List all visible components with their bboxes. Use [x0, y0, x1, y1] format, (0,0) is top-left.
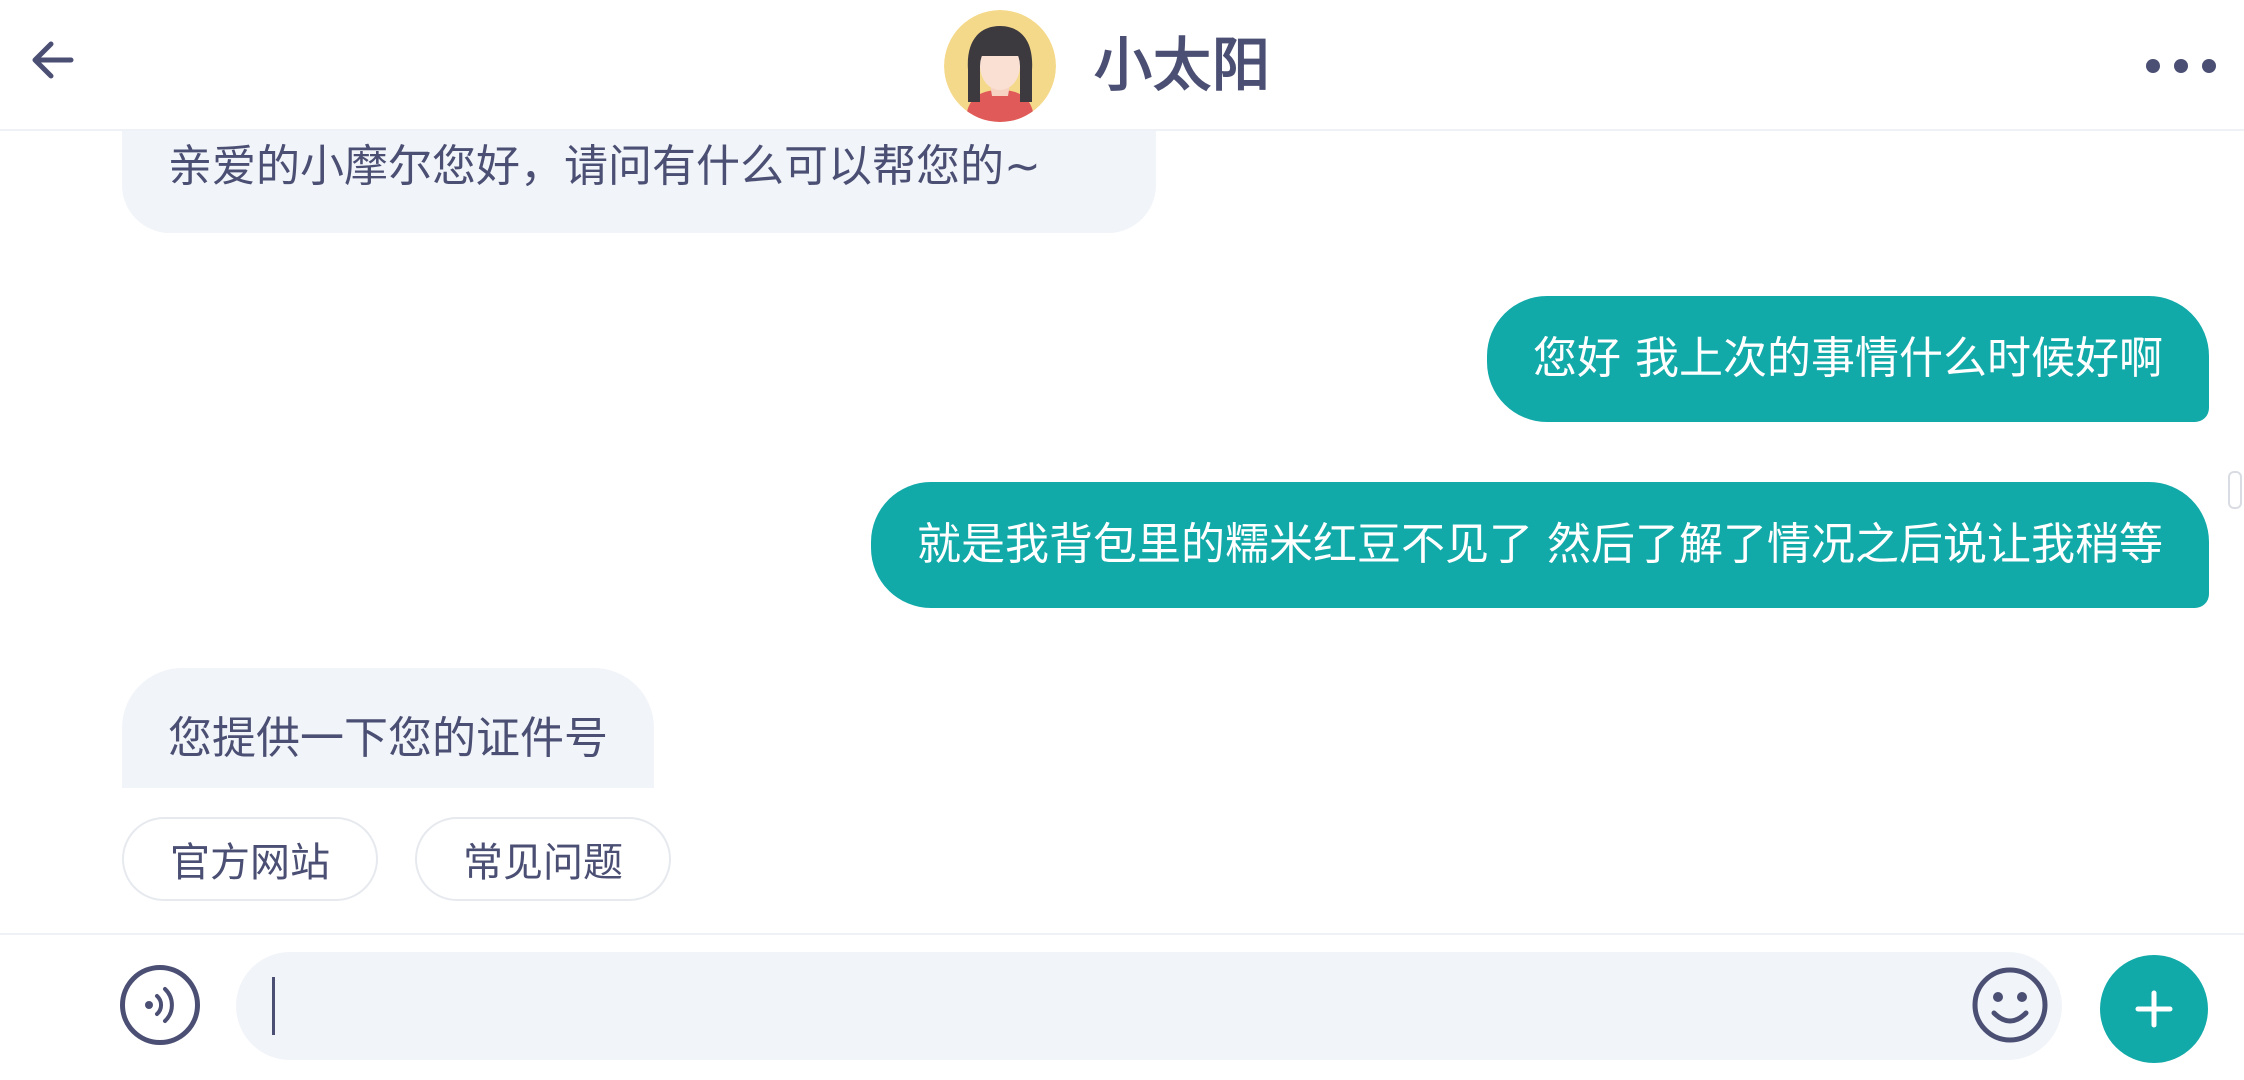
page-title: 小太阳 [1094, 31, 1272, 99]
back-button[interactable] [22, 30, 82, 90]
emoji-icon [1972, 967, 2048, 1043]
chat-screen: 小太阳 亲爱的小摩尔您好，请问有什么可以帮您的~ 您好 我上次的事情什么时候好啊… [0, 0, 2244, 1080]
message-text: 亲爱的小摩尔您好，请问有什么可以帮您的~ [168, 141, 1041, 192]
quick-reply-official-site[interactable]: 官方网站 [122, 817, 378, 901]
outgoing-message: 就是我背包里的糯米红豆不见了 然后了解了情况之后说让我稍等 [871, 482, 2209, 608]
more-horizontal-icon [2146, 59, 2160, 73]
more-horizontal-icon-dot [2202, 59, 2216, 73]
message-text: 您提供一下您的证件号 [168, 713, 608, 764]
quick-reply-faq[interactable]: 常见问题 [415, 817, 671, 901]
quick-replies: 官方网站 常见问题 [122, 817, 671, 901]
message-list[interactable]: 亲爱的小摩尔您好，请问有什么可以帮您的~ 您好 我上次的事情什么时候好啊 就是我… [0, 131, 2244, 933]
message-text: 您好 我上次的事情什么时候好啊 [1533, 333, 2163, 384]
more-horizontal-icon-dot [2174, 59, 2188, 73]
plus-icon [2135, 990, 2173, 1028]
message-text: 就是我背包里的糯米红豆不见了 然后了解了情况之后说让我稍等 [917, 519, 2163, 570]
girl-avatar-icon [944, 10, 1056, 122]
avatar[interactable] [944, 10, 1056, 122]
arrow-left-icon [32, 41, 74, 79]
input-bar [0, 933, 2244, 1080]
incoming-message: 您提供一下您的证件号 [122, 668, 654, 788]
outgoing-message: 您好 我上次的事情什么时候好啊 [1487, 296, 2209, 422]
incoming-message: 亲爱的小摩尔您好，请问有什么可以帮您的~ [122, 131, 1156, 233]
text-caret [272, 977, 275, 1035]
message-input-box[interactable] [236, 952, 2062, 1060]
message-input[interactable] [283, 982, 1887, 1030]
more-button[interactable] [2146, 46, 2216, 86]
header: 小太阳 [0, 0, 2244, 131]
voice-button[interactable] [120, 965, 200, 1045]
emoji-button[interactable] [1970, 965, 2050, 1045]
voice-icon [145, 987, 174, 1023]
plus-button[interactable] [2100, 955, 2208, 1063]
scrollbar[interactable] [2228, 471, 2242, 509]
